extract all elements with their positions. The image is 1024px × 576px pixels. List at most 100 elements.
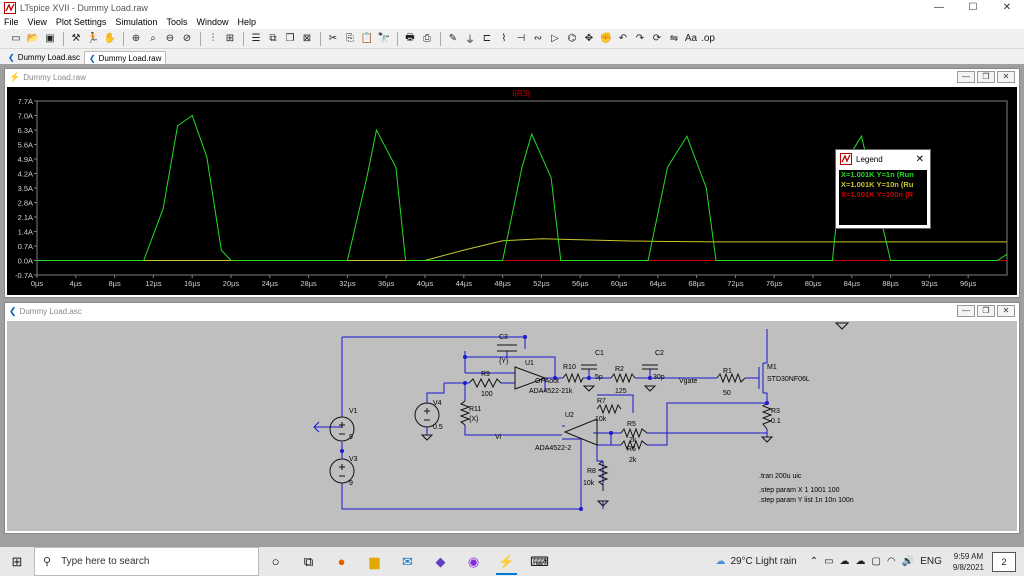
notification-icon[interactable]: 2 — [992, 551, 1016, 572]
undo-icon[interactable]: ↶ — [615, 31, 631, 47]
cloud-icon[interactable]: ☁ — [856, 556, 866, 567]
directive-step-x[interactable]: .step param X 1 1001 100 — [759, 487, 840, 494]
close-window-icon[interactable]: ⊠ — [299, 31, 315, 47]
print-preview-icon[interactable]: ⎙ — [419, 31, 435, 47]
wire-icon[interactable]: ✎ — [445, 31, 461, 47]
legend-close-button[interactable]: ✕ — [916, 154, 924, 165]
control-panel-icon[interactable]: ⚒ — [68, 31, 84, 47]
directive-step-y[interactable]: .step param Y list 1n 10n 100n — [759, 497, 854, 504]
zoom-cancel-icon[interactable]: ⊘ — [179, 31, 195, 47]
tab-schematic[interactable]: ❮ Dummy Load.asc — [4, 51, 84, 64]
zoom-out-icon[interactable]: ⊖ — [162, 31, 178, 47]
schematic-drawing[interactable]: C3 {Y} U1 ADA4522-2 OPAout R9 100 R10 1k… — [7, 321, 1017, 533]
cortana-icon[interactable]: ○ — [259, 547, 292, 576]
display-icon[interactable]: ▢ — [872, 556, 881, 567]
find-icon[interactable]: 🔭 — [376, 31, 392, 47]
restore-button[interactable]: ❐ — [977, 305, 995, 317]
menu-plot-settings[interactable]: Plot Settings — [52, 16, 112, 29]
wifi-icon[interactable]: ◠ — [887, 556, 896, 567]
inductor-icon[interactable]: ∾ — [530, 31, 546, 47]
paste-icon[interactable]: 📋 — [359, 31, 375, 47]
spice-directive-icon[interactable]: .op — [700, 31, 716, 47]
battery-icon[interactable]: ▭ — [824, 556, 833, 567]
minimize-button[interactable]: — — [957, 305, 975, 317]
capacitor-icon[interactable]: ⊣ — [513, 31, 529, 47]
search-icon: ⚲ — [43, 556, 52, 568]
autorange-icon[interactable]: ⫶ — [205, 31, 221, 47]
tab-waveform[interactable]: ❮ Dummy Load.raw — [83, 51, 167, 64]
file-explorer-icon[interactable]: ▆ — [358, 547, 391, 576]
weather-widget[interactable]: ☁ 29°C Light rain — [715, 556, 796, 567]
drag-icon[interactable]: ✊ — [598, 31, 614, 47]
menu-tools[interactable]: Tools — [162, 16, 192, 29]
label-net-icon[interactable]: ⊏ — [479, 31, 495, 47]
mirror-icon[interactable]: ⇋ — [666, 31, 682, 47]
browser-icon[interactable]: ◉ — [457, 547, 490, 576]
menu-help[interactable]: Help — [233, 16, 261, 29]
run-icon[interactable]: 🏃 — [85, 31, 101, 47]
trace-label[interactable]: I(R3) — [512, 89, 530, 98]
schematic-window-titlebar[interactable]: ❮ Dummy Load.asc — ❐ ✕ — [5, 303, 1019, 319]
open-icon[interactable]: 📂 — [25, 31, 41, 47]
app-icon[interactable]: ◆ — [424, 547, 457, 576]
ground-icon[interactable]: ⏚ — [462, 31, 478, 47]
minimize-button[interactable]: — — [922, 0, 956, 16]
schematic-canvas[interactable]: C3 {Y} U1 ADA4522-2 OPAout R9 100 R10 1k… — [7, 321, 1017, 531]
chevron-up-icon[interactable]: ⌃ — [810, 556, 818, 567]
restore-button[interactable]: ❐ — [977, 71, 995, 83]
menu-view[interactable]: View — [24, 16, 52, 29]
legend-titlebar[interactable]: Legend ✕ — [836, 150, 930, 168]
diode-icon[interactable]: ▷ — [547, 31, 563, 47]
move-icon[interactable]: ✥ — [581, 31, 597, 47]
cut-icon[interactable]: ✂ — [325, 31, 341, 47]
close-button[interactable]: ✕ — [997, 305, 1015, 317]
close-button[interactable]: ✕ — [990, 0, 1024, 16]
halt-icon[interactable]: ✋ — [102, 31, 118, 47]
directive-tran[interactable]: .tran 200u uic — [759, 473, 802, 480]
toolbar-separator — [243, 31, 244, 46]
menu-window[interactable]: Window — [192, 16, 233, 29]
volume-icon[interactable]: 🔊 — [902, 556, 914, 567]
close-button[interactable]: ✕ — [997, 71, 1015, 83]
label-r11: R11 — [469, 406, 481, 413]
menu-simulation[interactable]: Simulation — [111, 16, 162, 29]
clock[interactable]: 9:59 AM 9/8/2021 — [953, 551, 984, 573]
menu-file[interactable]: File — [0, 16, 24, 29]
onedrive-icon[interactable]: ☁ — [840, 556, 850, 567]
print-icon[interactable]: 🖶 — [402, 31, 418, 47]
fit-icon[interactable]: ⊞ — [222, 31, 238, 47]
mail-icon[interactable]: ✉ — [391, 547, 424, 576]
keyboard-icon[interactable]: ⌨ — [523, 547, 556, 576]
waveform-window-titlebar[interactable]: ⚡ Dummy Load.raw — ❐ ✕ — [5, 69, 1019, 85]
legend-row[interactable]: X=1.001K Y=100n (R — [839, 190, 927, 200]
ltspice-taskbar-icon[interactable]: ⚡ — [490, 547, 523, 576]
maximize-button[interactable]: ☐ — [956, 0, 990, 16]
tile-horizontal-icon[interactable]: ☰ — [248, 31, 264, 47]
cascade-icon[interactable]: ❐ — [282, 31, 298, 47]
taskbar-search[interactable]: ⚲ Type here to search — [34, 547, 259, 576]
language-indicator[interactable]: ENG — [920, 556, 942, 567]
copy-icon[interactable]: ⎘ — [342, 31, 358, 47]
save-icon[interactable]: ▣ — [42, 31, 58, 47]
label-c2: C2 — [655, 350, 664, 357]
minimize-button[interactable]: — — [957, 71, 975, 83]
text-icon[interactable]: Aa — [683, 31, 699, 47]
rotate-icon[interactable]: ⟳ — [649, 31, 665, 47]
firefox-icon[interactable]: ● — [325, 547, 358, 576]
resistor-icon[interactable]: ⌇ — [496, 31, 512, 47]
x-tick-label: 68µs — [688, 279, 705, 288]
windows-start-icon[interactable]: ⊞ — [0, 547, 34, 576]
toolbar-separator — [63, 31, 64, 46]
pan-icon[interactable]: ⌕ — [145, 31, 161, 47]
zoom-in-icon[interactable]: ⊕ — [128, 31, 144, 47]
legend-row[interactable]: X=1.001K Y=10n (Ru — [839, 180, 927, 190]
new-schematic-icon[interactable]: ▭ — [8, 31, 24, 47]
x-tick-label: 48µs — [494, 279, 511, 288]
legend-row[interactable]: X=1.001K Y=1n (Run — [839, 170, 927, 180]
redo-icon[interactable]: ↷ — [632, 31, 648, 47]
task-view-icon[interactable]: ⧉ — [292, 547, 325, 576]
tile-vertical-icon[interactable]: ⧉ — [265, 31, 281, 47]
x-tick-label: 72µs — [727, 279, 744, 288]
component-icon[interactable]: ⌬ — [564, 31, 580, 47]
label-v1-value: 9 — [349, 434, 353, 441]
